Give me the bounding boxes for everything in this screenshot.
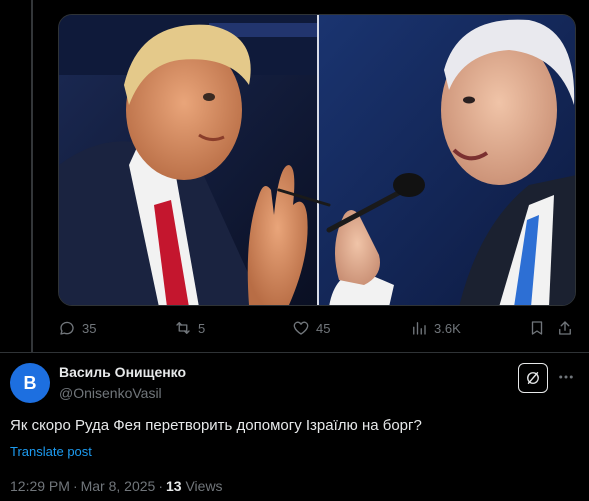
translate-post-link[interactable]: Translate post	[10, 444, 92, 459]
reply-icon	[60, 321, 74, 335]
meta-separator: ·	[158, 478, 163, 494]
thread-connector-line	[31, 0, 33, 352]
author-name[interactable]: Василь Онищенко	[59, 364, 186, 380]
repost-button[interactable]: 5	[174, 316, 205, 340]
author-handle[interactable]: @OnisenkoVasil	[59, 385, 162, 401]
bookmark-button[interactable]	[528, 316, 546, 340]
grok-button[interactable]	[518, 363, 548, 393]
reply-divider	[0, 352, 589, 353]
bookmark-icon	[531, 321, 543, 335]
reply-button[interactable]: 35	[58, 316, 96, 340]
more-options-button[interactable]	[556, 367, 576, 387]
grok-icon	[527, 372, 539, 384]
share-icon	[559, 321, 571, 335]
post-action-bar: 35 5 45 3.6K	[58, 316, 576, 340]
like-count: 45	[316, 320, 331, 336]
post-meta: 12:29 PM · Mar 8, 2025 · 13 Views	[10, 478, 223, 494]
meta-separator: ·	[72, 478, 78, 494]
post-media-image[interactable]	[58, 14, 576, 306]
views-count: 3.6K	[434, 320, 461, 336]
analytics-icon	[413, 322, 426, 335]
repost-count: 5	[198, 320, 206, 336]
post-views-count: 13	[166, 478, 182, 494]
share-button[interactable]	[556, 316, 574, 340]
repost-icon	[176, 322, 190, 334]
post-date[interactable]: Mar 8, 2025	[81, 478, 156, 494]
more-icon	[559, 375, 573, 379]
post-time[interactable]: 12:29 PM	[10, 478, 70, 494]
post-text: Як скоро Руда Фея перетворить допомогу І…	[10, 417, 422, 434]
views-button[interactable]: 3.6K	[410, 316, 461, 340]
avatar[interactable]: B	[10, 363, 50, 403]
heart-icon	[293, 321, 309, 335]
like-button[interactable]: 45	[292, 316, 330, 340]
avatar-initial: B	[23, 372, 37, 393]
reply-count: 35	[82, 320, 97, 336]
debate-photo	[59, 15, 575, 305]
post-views-label: Views	[185, 478, 223, 494]
